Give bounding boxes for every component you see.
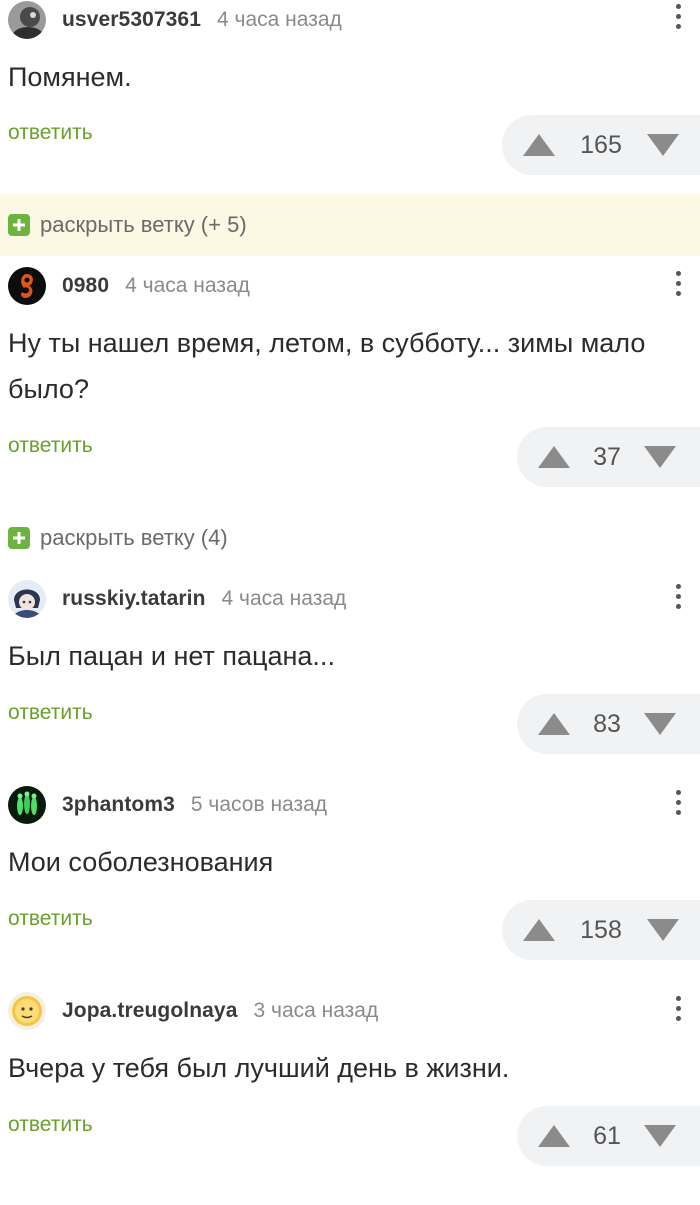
avatar[interactable] xyxy=(8,786,46,824)
vote-count: 61 xyxy=(593,1121,621,1150)
vote-down-icon[interactable] xyxy=(643,444,677,470)
comment-header: russkiy.tatarin 4 часа назад xyxy=(8,579,346,619)
more-options-icon[interactable] xyxy=(674,584,682,609)
vote-down-icon[interactable] xyxy=(646,917,680,943)
vote-down-icon[interactable] xyxy=(646,132,680,158)
reply-link[interactable]: ответить xyxy=(8,434,93,458)
reply-link[interactable]: ответить xyxy=(8,1113,93,1137)
expand-branch[interactable]: раскрыть ветку (+ 5) xyxy=(0,194,700,256)
avatar[interactable] xyxy=(8,267,46,305)
vote-up-icon[interactable] xyxy=(537,444,571,470)
avatar[interactable] xyxy=(8,1,46,39)
more-options-icon[interactable] xyxy=(674,790,682,815)
comment-header: usver5307361 4 часа назад xyxy=(8,0,342,40)
vote-up-icon[interactable] xyxy=(522,132,556,158)
expand-plus-icon xyxy=(8,214,30,236)
expand-branch-label: раскрыть ветку (+ 5) xyxy=(40,212,247,237)
expand-plus-icon xyxy=(8,527,30,549)
reply-link[interactable]: ответить xyxy=(8,121,93,145)
comment-time: 3 часа назад xyxy=(253,999,379,1022)
author-name[interactable]: 0980 xyxy=(62,274,109,298)
more-options-icon[interactable] xyxy=(674,4,682,29)
vote-control: 165 xyxy=(502,115,700,175)
author-name[interactable]: usver5307361 xyxy=(62,8,201,32)
vote-down-icon[interactable] xyxy=(643,711,677,737)
avatar[interactable] xyxy=(8,992,46,1030)
comment-text: Ну ты нашел время, летом, в субботу... з… xyxy=(8,328,646,404)
comment-header: 0980 4 часа назад xyxy=(8,266,250,306)
vote-control: 61 xyxy=(517,1106,700,1166)
vote-down-icon[interactable] xyxy=(643,1123,677,1149)
vote-up-icon[interactable] xyxy=(522,917,556,943)
reply-link[interactable]: ответить xyxy=(8,701,93,725)
comment-header: Jopa.treugolnaya 3 часа назад xyxy=(8,991,378,1031)
comment-header: 3phantom3 5 часов назад xyxy=(8,785,327,825)
comment-time: 4 часа назад xyxy=(221,587,347,610)
reply-link[interactable]: ответить xyxy=(8,907,93,931)
expand-branch[interactable]: раскрыть ветку (4) xyxy=(0,507,700,569)
expand-branch-label: раскрыть ветку (4) xyxy=(40,525,228,550)
author-name[interactable]: 3phantom3 xyxy=(62,793,175,817)
vote-count: 37 xyxy=(593,442,621,471)
more-options-icon[interactable] xyxy=(674,996,682,1021)
comment-time: 4 часа назад xyxy=(217,8,342,31)
vote-control: 158 xyxy=(502,900,700,960)
comment-time: 5 часов назад xyxy=(190,793,328,816)
vote-control: 83 xyxy=(517,694,700,754)
author-name[interactable]: Jopa.treugolnaya xyxy=(62,999,237,1023)
vote-control: 37 xyxy=(517,427,700,487)
comment-text: Вчера у тебя был лучший день в жизни. xyxy=(8,1053,510,1083)
vote-count: 83 xyxy=(593,709,621,738)
comment-text: Помянем. xyxy=(8,62,132,92)
comment-time: 4 часа назад xyxy=(125,274,250,297)
vote-count: 158 xyxy=(580,915,622,944)
vote-up-icon[interactable] xyxy=(537,1123,571,1149)
vote-up-icon[interactable] xyxy=(537,711,571,737)
more-options-icon[interactable] xyxy=(674,271,682,296)
author-name[interactable]: russkiy.tatarin xyxy=(62,587,206,611)
vote-count: 165 xyxy=(580,130,622,159)
comment-text: Мои соболезнования xyxy=(8,847,274,877)
avatar[interactable] xyxy=(8,580,46,618)
comment-text: Был пацан и нет пацана... xyxy=(8,641,335,671)
